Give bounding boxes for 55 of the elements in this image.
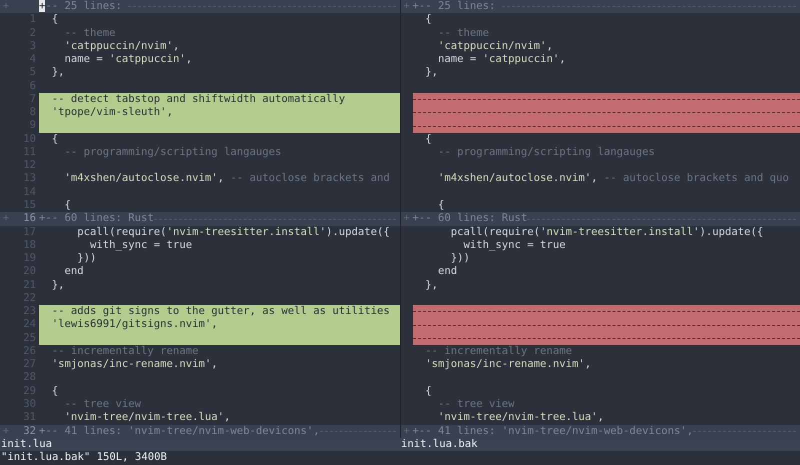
code-line: pcall(require('nvim-treesitter.install').update({	[76, 226, 390, 239]
code-line: -- tree view	[437, 398, 515, 412]
code-line: 'smjonas/inc-rename.nvim',	[50, 358, 218, 372]
code-line: {	[50, 132, 58, 146]
code-line: 'nvim-tree/nvim-tree.lua',	[64, 411, 230, 424]
code-line: end	[64, 265, 84, 279]
code-line: -- theme	[437, 26, 490, 40]
code-line: {	[424, 132, 432, 146]
code-line: 'catppuccin/nvim',	[64, 40, 180, 54]
code-line: -- tree view	[64, 398, 142, 412]
code-line: },	[50, 278, 65, 292]
code-line: }))	[450, 252, 470, 266]
fold-line[interactable]: +-- 41 lines: 'nvim-tree/nvim-web-devicons',	[412, 424, 694, 438]
code-line: name = 'catppuccin',	[437, 53, 566, 66]
fold-line[interactable]: +-- 25 lines:	[412, 0, 502, 14]
code-line: {	[50, 13, 58, 27]
code-line: },	[424, 278, 438, 292]
fold-marker: +	[402, 212, 411, 226]
code-line: with_sync = true	[89, 238, 192, 252]
fold-marker: +	[402, 424, 411, 438]
code-line: 'smjonas/inc-rename.nvim',	[424, 358, 592, 372]
code-line: {	[437, 198, 444, 212]
fold-line[interactable]: +-- 60 lines: Rust	[412, 212, 528, 226]
file-name-status: init.lua	[0, 438, 54, 452]
code-line: -- incrementally rename	[424, 344, 572, 358]
code-line: end	[437, 265, 458, 279]
fold-line[interactable]: +-- 41 lines: 'nvim-tree/nvim-web-devicons',	[39, 424, 320, 438]
fold-marker: +	[402, 0, 411, 14]
fold-marker: +	[2, 424, 10, 438]
code-line: },	[50, 66, 65, 80]
fold-line[interactable]: +-- 25 lines:	[39, 0, 128, 14]
code-line: -- programming/scripting langauges	[64, 146, 282, 160]
code-line: 'nvim-tree/nvim-tree.lua',	[437, 411, 604, 424]
code-line: with_sync = true	[462, 238, 566, 252]
code-line: },	[424, 66, 438, 80]
fold-marker: +	[2, 0, 10, 14]
code-line: {	[424, 13, 432, 27]
code-line: {	[64, 198, 71, 212]
fold-marker: +	[2, 212, 10, 226]
code-line: 'm4xshen/autoclose.nvim', -- autoclose brackets and quo	[437, 172, 789, 186]
code-line: pcall(require('nvim-treesitter.install').update({	[450, 226, 764, 239]
code-line: {	[424, 384, 432, 398]
file-name-status: init.lua.bak	[400, 438, 479, 452]
fold-line[interactable]: +-- 60 lines: Rust	[39, 212, 154, 226]
code-line: {	[50, 384, 58, 398]
code-line: -- theme	[64, 26, 116, 40]
line-number: 32	[22, 424, 37, 438]
code-line: 'm4xshen/autoclose.nvim', -- autoclose brackets and	[64, 172, 390, 186]
code-line: }))	[76, 252, 96, 266]
code-line: -- programming/scripting langauges	[437, 146, 655, 160]
command-line: "init.lua.bak" 150L, 3400B	[0, 451, 168, 465]
code-line: name = 'catppuccin',	[64, 53, 192, 66]
line-number: 16	[22, 212, 37, 226]
code-line: 'catppuccin/nvim',	[437, 40, 553, 54]
code-line: -- incrementally rename	[50, 344, 198, 358]
